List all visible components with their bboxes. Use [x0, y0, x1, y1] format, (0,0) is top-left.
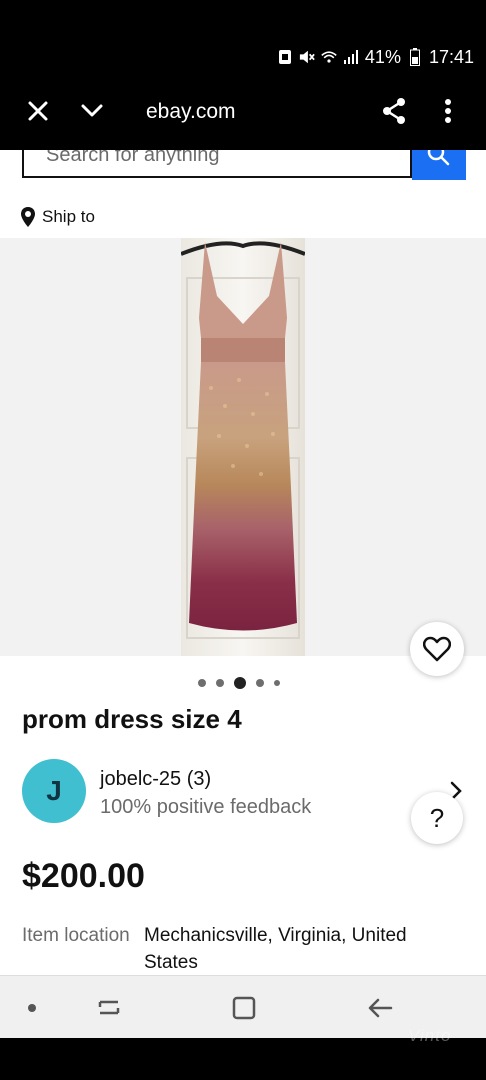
seller-info[interactable]: J jobelc-25 (3) 100% positive feedback: [22, 759, 466, 825]
seller-feedback: 100% positive feedback: [100, 796, 312, 818]
more-options-button[interactable]: [430, 93, 466, 129]
item-location-value: Mechanicsville, Virginia, United States: [144, 925, 407, 973]
more-vertical-icon: [445, 99, 451, 123]
product-title: prom dress size 4: [22, 704, 242, 734]
notification-icon: [277, 48, 293, 66]
dot-icon: [28, 1004, 36, 1012]
close-icon: [28, 101, 48, 121]
battery-icon: [407, 48, 423, 66]
gallery-dot-4[interactable]: [256, 679, 264, 687]
gallery-dot-1[interactable]: [198, 679, 206, 687]
search-button[interactable]: [412, 150, 466, 180]
share-icon: [383, 98, 405, 124]
gallery-dot-5[interactable]: [274, 680, 280, 686]
home-button[interactable]: [228, 992, 260, 1024]
gallery-dot-2[interactable]: [216, 679, 224, 687]
item-location-label: Item location: [22, 925, 130, 946]
status-indicators: 41% 17:41: [277, 46, 474, 68]
share-button[interactable]: [376, 93, 412, 129]
search-placeholder: Search for anything: [46, 150, 220, 166]
search-bar: Search for anything: [22, 150, 466, 180]
ship-to-label: Ship to: [42, 207, 95, 226]
wifi-icon: [321, 48, 337, 66]
signal-icon: [343, 48, 359, 66]
browser-toolbar: ebay.com: [0, 75, 486, 150]
watermark: Vinto: [408, 1026, 452, 1045]
seller-name: jobelc-25 (3): [100, 768, 212, 790]
search-icon: [427, 150, 450, 166]
location-pin-icon: [21, 207, 35, 227]
heart-icon: [423, 636, 451, 662]
chevron-down-icon: [81, 104, 103, 117]
product-price: $200.00: [22, 857, 145, 895]
recents-icon: [98, 1000, 120, 1015]
image-gallery[interactable]: [0, 238, 486, 656]
recents-button[interactable]: [93, 992, 125, 1024]
back-button[interactable]: [364, 992, 396, 1024]
status-bar: 41% 17:41: [0, 0, 486, 75]
browser-url[interactable]: ebay.com: [146, 99, 236, 125]
seller-avatar: J: [22, 759, 86, 823]
gallery-dot-3[interactable]: [234, 677, 246, 689]
clock: 17:41: [428, 47, 474, 67]
search-input[interactable]: Search for anything: [22, 150, 412, 178]
ship-to-selector[interactable]: Ship to: [20, 203, 95, 231]
gallery-pagination: [198, 677, 280, 689]
home-icon: [232, 996, 256, 1020]
nav-dot-button[interactable]: [16, 992, 48, 1024]
help-button[interactable]: ?: [411, 792, 463, 844]
back-icon: [368, 998, 393, 1018]
mute-icon: [299, 48, 315, 66]
close-button[interactable]: [20, 93, 56, 129]
battery-percent: 41%: [364, 47, 401, 67]
product-image[interactable]: [181, 238, 305, 656]
watch-button[interactable]: [410, 622, 464, 676]
browser-options-button[interactable]: [74, 93, 110, 129]
